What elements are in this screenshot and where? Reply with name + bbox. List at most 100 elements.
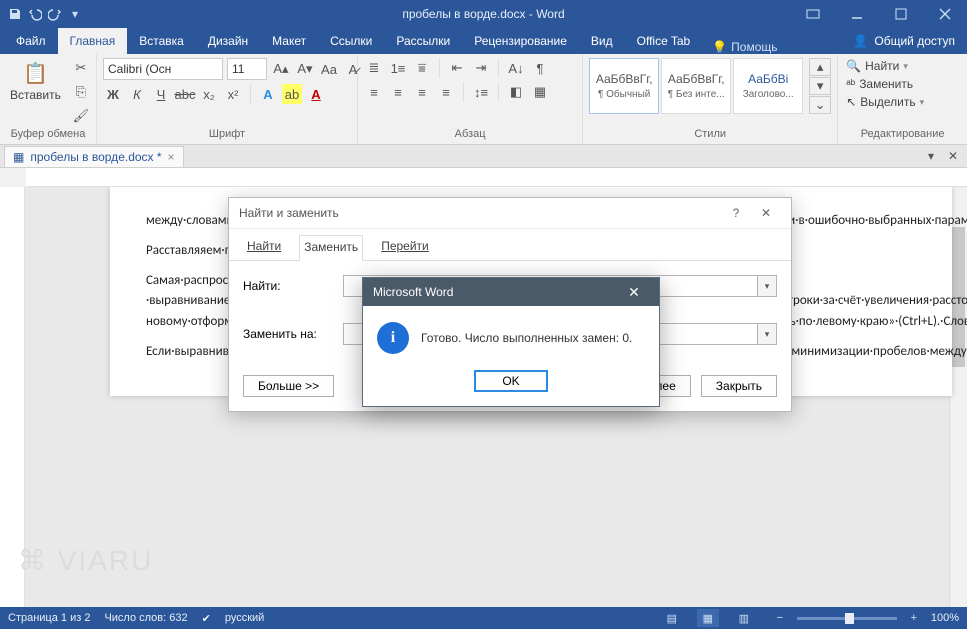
print-layout-icon[interactable]: ▦ (697, 609, 719, 627)
document-tab[interactable]: ▦ пробелы в ворде.docx * × (4, 146, 184, 167)
align-center-icon[interactable]: ≡ (388, 82, 408, 102)
horizontal-ruler[interactable] (26, 168, 967, 187)
borders-icon[interactable]: ▦ (530, 82, 550, 102)
shrink-font-icon[interactable]: A▾ (295, 59, 315, 79)
font-family-select[interactable]: Calibri (Осн (103, 58, 223, 80)
share-button[interactable]: 👤Общий доступ (841, 28, 967, 54)
find-button[interactable]: 🔍Найти▾ (844, 58, 926, 74)
qat-more-icon[interactable]: ▾ (66, 5, 84, 23)
sort-icon[interactable]: A↓ (506, 58, 526, 78)
close-icon[interactable] (923, 0, 967, 28)
find-dropdown-icon[interactable]: ▾ (758, 275, 777, 297)
dialog-tab-replace[interactable]: Заменить (299, 235, 363, 261)
read-mode-icon[interactable]: ▤ (661, 609, 683, 627)
status-language[interactable]: русский (225, 612, 264, 624)
dialog-help-icon[interactable]: ? (721, 206, 751, 220)
paste-button[interactable]: 📋 Вставить (6, 58, 65, 104)
zoom-control: − + 100% (769, 609, 959, 627)
font-size-select[interactable]: 11 (227, 58, 267, 80)
group-font-label: Шрифт (103, 126, 351, 142)
status-page[interactable]: Страница 1 из 2 (8, 612, 90, 624)
align-left-icon[interactable]: ≡ (364, 82, 384, 102)
italic-button[interactable]: К (127, 84, 147, 104)
group-font: Calibri (Осн 11 A▴ A▾ Aa A̷ Ж К Ч abc x₂… (97, 54, 358, 144)
document-tab-label: пробелы в ворде.docx * (30, 150, 161, 164)
tab-close-all-icon[interactable]: ✕ (943, 146, 963, 166)
redo-icon[interactable] (46, 5, 64, 23)
tab-references[interactable]: Ссылки (318, 28, 384, 54)
text-effects-icon[interactable]: A (258, 84, 278, 104)
dialog-close-icon[interactable]: ✕ (751, 206, 781, 220)
tell-me-label: Помощь (731, 40, 777, 54)
font-color-icon[interactable]: A (306, 84, 326, 104)
tab-review[interactable]: Рецензирование (462, 28, 579, 54)
undo-icon[interactable] (26, 5, 44, 23)
underline-button[interactable]: Ч (151, 84, 171, 104)
justify-icon[interactable]: ≡ (436, 82, 456, 102)
show-marks-icon[interactable]: ¶ (530, 58, 550, 78)
dialog-tab-find[interactable]: Найти (243, 235, 285, 260)
styles-up-icon[interactable]: ▴ (809, 58, 831, 76)
document-tab-bar: ▦ пробелы в ворде.docx * × ▾ ✕ (0, 145, 967, 168)
style-nospacing[interactable]: АаБбВвГг,¶ Без инте... (661, 58, 731, 114)
spellcheck-icon[interactable]: ✔ (202, 612, 211, 625)
tab-dropdown-icon[interactable]: ▾ (921, 146, 941, 166)
close-button[interactable]: Закрыть (701, 375, 777, 397)
group-styles: АаБбВвГг,¶ Обычный АаБбВвГг,¶ Без инте..… (583, 54, 838, 144)
vertical-ruler[interactable] (0, 187, 25, 607)
tell-me[interactable]: 💡Помощь (702, 40, 787, 54)
zoom-in-icon[interactable]: + (903, 609, 925, 627)
group-clipboard-label: Буфер обмена (6, 126, 90, 142)
increase-indent-icon[interactable]: ⇥ (471, 58, 491, 78)
subscript-icon[interactable]: x₂ (199, 84, 219, 104)
format-painter-icon[interactable]: 🖌 (71, 106, 91, 126)
styles-more-icon[interactable]: ⌄ (809, 96, 831, 114)
paste-label: Вставить (10, 88, 61, 102)
line-spacing-icon[interactable]: ↕≡ (471, 82, 491, 102)
highlight-icon[interactable]: ab (282, 84, 302, 104)
group-paragraph-label: Абзац (364, 126, 576, 142)
grow-font-icon[interactable]: A▴ (271, 59, 291, 79)
maximize-icon[interactable] (879, 0, 923, 28)
tab-view[interactable]: Вид (579, 28, 625, 54)
change-case-icon[interactable]: Aa (319, 59, 339, 79)
replace-button[interactable]: ᵃᵇЗаменить (844, 76, 926, 92)
zoom-slider[interactable] (797, 617, 897, 620)
cut-icon[interactable]: ✂ (71, 58, 91, 78)
tab-insert[interactable]: Вставка (127, 28, 196, 54)
zoom-level[interactable]: 100% (931, 612, 959, 624)
bold-button[interactable]: Ж (103, 84, 123, 104)
align-right-icon[interactable]: ≡ (412, 82, 432, 102)
zoom-out-icon[interactable]: − (769, 609, 791, 627)
copy-icon[interactable]: ⎘ (71, 82, 91, 102)
style-heading1[interactable]: АаБбВіЗаголово... (733, 58, 803, 114)
decrease-indent-icon[interactable]: ⇤ (447, 58, 467, 78)
tab-mailings[interactable]: Рассылки (384, 28, 462, 54)
multilevel-icon[interactable]: ⩸ (412, 58, 432, 78)
superscript-icon[interactable]: x² (223, 84, 243, 104)
tab-design[interactable]: Дизайн (196, 28, 260, 54)
ribbon-display-icon[interactable] (791, 0, 835, 28)
replace-dropdown-icon[interactable]: ▾ (758, 323, 777, 345)
more-button[interactable]: Больше >> (243, 375, 334, 397)
styles-down-icon[interactable]: ▾ (809, 77, 831, 95)
ok-button[interactable]: OK (474, 370, 547, 392)
select-button[interactable]: ↖Выделить▾ (844, 94, 926, 110)
msgbox-close-icon[interactable]: ✕ (619, 284, 649, 301)
tab-file[interactable]: Файл (4, 28, 58, 54)
minimize-icon[interactable] (835, 0, 879, 28)
web-layout-icon[interactable]: ▥ (733, 609, 755, 627)
bullets-icon[interactable]: ≣ (364, 58, 384, 78)
close-tab-icon[interactable]: × (168, 150, 175, 164)
numbering-icon[interactable]: 1≡ (388, 58, 408, 78)
tab-layout[interactable]: Макет (260, 28, 318, 54)
strike-button[interactable]: abc (175, 84, 195, 104)
tab-officetab[interactable]: Office Tab (625, 28, 703, 54)
save-icon[interactable] (6, 5, 24, 23)
ribbon-tabs: Файл Главная Вставка Дизайн Макет Ссылки… (0, 28, 967, 54)
style-normal[interactable]: АаБбВвГг,¶ Обычный (589, 58, 659, 114)
tab-home[interactable]: Главная (58, 28, 128, 54)
dialog-tab-goto[interactable]: Перейти (377, 235, 433, 260)
status-words[interactable]: Число слов: 632 (104, 612, 187, 624)
shading-icon[interactable]: ◧ (506, 82, 526, 102)
